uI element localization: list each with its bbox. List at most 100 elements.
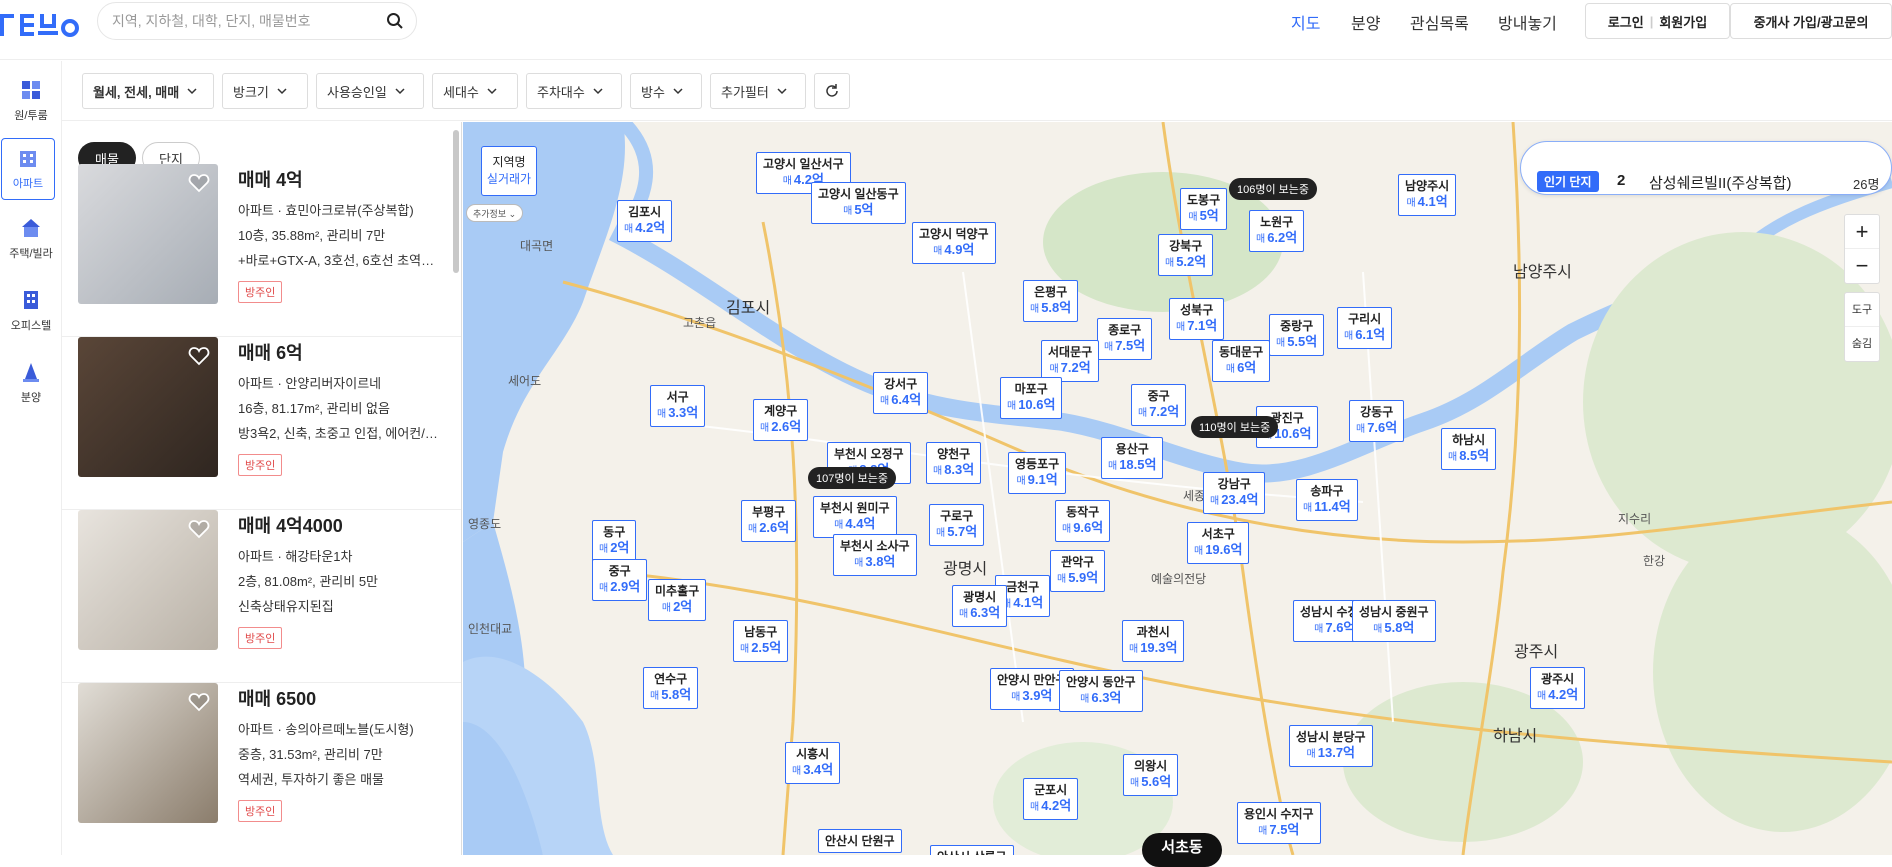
region-price-marker[interactable]: 김포시 매 4.2억 [617,200,673,242]
region-price-marker[interactable]: 안양시 동안구 매 6.3억 [1059,670,1143,712]
region-price-marker[interactable]: 구리시 매 6.1억 [1337,307,1393,349]
viewer-count-pill[interactable]: 110명이 보는중 [1191,416,1279,438]
region-price-marker[interactable]: 용산구 매 18.5억 [1101,437,1164,479]
login-link[interactable]: 로그인 [1608,12,1644,31]
region-price-marker[interactable]: 송파구 매 11.4억 [1296,479,1358,521]
region-price-marker[interactable]: 은평구 매 5.8억 [1023,280,1079,322]
viewer-count-pill[interactable]: 106명이 보는중 [1229,178,1318,200]
region-price-marker[interactable]: 관악구 매 5.9억 [1050,550,1106,592]
region-price-marker[interactable]: 중랑구 매 5.5억 [1269,314,1325,356]
agent-signup-button[interactable]: 중개사 가입/광고문의 [1730,3,1892,39]
filter-households[interactable]: 세대수 [432,73,518,109]
region-price-marker[interactable]: 부천시 소사구 매 3.8억 [833,534,917,576]
reset-filter-button[interactable] [814,73,850,109]
listing-photo[interactable] [78,164,218,304]
region-price-marker[interactable]: 강남구 매 23.4억 [1203,472,1266,514]
filter-room-size[interactable]: 방크기 [222,73,308,109]
region-price-marker[interactable]: 군포시 매 4.2억 [1023,778,1079,820]
sidebar-item-apartment[interactable]: 아파트 [1,138,55,200]
region-price-marker[interactable]: 계양구 매 2.6억 [753,399,809,441]
search-input[interactable] [112,11,372,31]
region-price-marker[interactable]: 미추홀구 매 2억 [648,579,707,621]
region-price-marker[interactable]: 성남시 분당구 매 13.7억 [1289,725,1373,767]
region-price-marker[interactable]: 안산시 단원구 [818,829,902,853]
region-price-marker[interactable]: 과천시 매 19.3억 [1122,620,1185,662]
region-price-marker[interactable]: 연수구 매 5.8억 [643,667,699,709]
region-price-marker[interactable]: 부평구 매 2.6억 [741,500,797,542]
heart-icon[interactable] [188,172,210,194]
region-price-marker[interactable]: 용인시 수지구 매 7.5억 [1237,802,1321,844]
region-price-marker[interactable]: 성남시 중원구 매 5.8억 [1352,600,1436,642]
map-area[interactable]: 김포시 남양주시 광명시 광주시 하남시 세어도 대곡면 영종도 인천대교 고촌읍 예술의전당 세종시… [463,122,1892,855]
listing-photo[interactable] [78,510,218,650]
region-price-marker[interactable]: 남동구 매 2.5억 [733,620,789,662]
sidebar-item-house[interactable]: 주택/빌라 [0,209,62,271]
nav-list-room[interactable]: 방내놓기 [1498,10,1557,34]
region-price-marker[interactable]: 동대문구 매 6억 [1212,340,1271,382]
region-price-marker[interactable]: 부천시 원미구 매 4.4억 [813,496,897,538]
hide-button[interactable]: 숨김 [1845,327,1879,361]
region-price-marker[interactable]: 도봉구 매 5억 [1180,188,1228,230]
filter-more[interactable]: 추가필터 [710,73,806,109]
region-price-marker[interactable]: 동작구 매 9.6억 [1055,500,1111,542]
tools-button[interactable]: 도구 [1845,293,1879,327]
search-box[interactable] [97,2,417,40]
nav-favorites[interactable]: 관심목록 [1410,10,1469,34]
region-price-marker[interactable]: 강서구 매 6.4억 [873,372,929,414]
scrollbar[interactable] [453,130,459,273]
current-location-chip[interactable]: 서초동 [1142,833,1222,867]
region-price-marker[interactable]: 양천구 매 8.3억 [926,442,982,484]
sidebar-item-officetel[interactable]: 오피스텔 [0,281,62,343]
region-price-marker[interactable]: 남양주시 매 4.1억 [1398,174,1457,216]
region-price-marker[interactable]: 서초구 매 19.6억 [1187,522,1250,564]
nav-presale[interactable]: 분양 [1351,10,1380,34]
region-price-marker[interactable]: 마포구 매 10.6억 [1000,377,1063,419]
region-price-marker[interactable]: 영등포구 매 9.1억 [1008,452,1067,494]
region-price-marker[interactable]: 광명시 매 6.3억 [952,585,1008,627]
heart-icon[interactable] [188,518,210,540]
region-price-marker[interactable]: 고양시 일산동구 매 5억 [811,182,906,224]
region-price-marker[interactable]: 종로구 매 7.5억 [1097,318,1153,360]
listing-card[interactable]: 매매 4억 아파트 · 효민아크로뷰(주상복합) 10층, 35.88m², 관리비… [62,164,461,337]
region-price-marker[interactable]: 서대문구 매 7.2억 [1041,340,1100,382]
region-price-marker[interactable]: 구로구 매 5.7억 [929,504,985,546]
zoom-out-button[interactable]: − [1845,249,1879,283]
extra-info-chip[interactable]: 추가정보 ⌄ [466,204,524,222]
logo[interactable] [0,8,80,42]
heart-icon[interactable] [188,691,210,713]
filter-rooms[interactable]: 방수 [630,73,702,109]
nav-map[interactable]: 지도 [1291,10,1320,34]
filter-approval-date[interactable]: 사용승인일 [316,73,424,109]
region-price-marker[interactable]: 강북구 매 5.2억 [1158,234,1214,276]
listing-card[interactable]: 매매 4억4000 아파트 · 해강타운1차 2층, 81.08m², 관리비 5만… [62,510,461,683]
filter-parking[interactable]: 주차대수 [526,73,622,109]
region-price-marker[interactable]: 중구 매 7.2억 [1131,384,1187,426]
region-price-marker[interactable]: 광주시 매 4.2억 [1530,667,1586,709]
search-icon[interactable] [386,12,404,30]
region-price-marker[interactable]: 강동구 매 7.6억 [1349,400,1405,442]
viewer-count-pill[interactable]: 107명이 보는중 [808,467,897,489]
listing-card[interactable]: 매매 6500 아파트 · 송의아르떼노블(도시형) 중층, 31.53m², 관리… [62,683,461,855]
region-price-marker[interactable]: 의왕시 매 5.6억 [1123,754,1179,796]
popular-complex-banner[interactable]: 인기 단지 2 삼성쉐르빌II(주상복합) 26명 [1520,141,1892,195]
region-price-marker[interactable]: 노원구 매 6.2억 [1249,210,1305,252]
region-price-marker[interactable]: 동구 매 2억 [592,520,637,562]
signup-link[interactable]: 회원가입 [1659,12,1707,31]
listing-card[interactable]: 매매 6억 아파트 · 안양리버자이르네 16층, 81.17m², 관리비 없음 방… [62,337,461,510]
zoom-in-button[interactable]: + [1845,215,1879,249]
region-price-marker[interactable]: 서구 매 3.3억 [650,385,706,427]
region-price-marker[interactable]: 하남시 매 8.5억 [1441,428,1497,470]
sidebar-item-oneroom[interactable]: 원/투룸 [0,71,62,133]
listing-photo[interactable] [78,337,218,477]
filter-deal-type[interactable]: 월세, 전세, 매매 [82,73,214,109]
area-price-toggle[interactable]: 지역명 실거래가 [481,146,537,196]
sidebar-item-presale[interactable]: 분양 [0,353,62,415]
region-price-marker[interactable]: 안산시 상록구 [930,845,1014,855]
login-signup-button[interactable]: 로그인 | 회원가입 [1585,3,1730,39]
region-price-marker[interactable]: 시흥시 매 3.4억 [785,742,841,784]
listing-photo[interactable] [78,683,218,823]
region-price-marker[interactable]: 성북구 매 7.1억 [1169,298,1225,340]
region-price-marker[interactable]: 중구 매 2.9억 [592,559,648,601]
region-price-marker[interactable]: 고양시 덕양구 매 4.9억 [912,222,996,264]
heart-icon[interactable] [188,345,210,367]
